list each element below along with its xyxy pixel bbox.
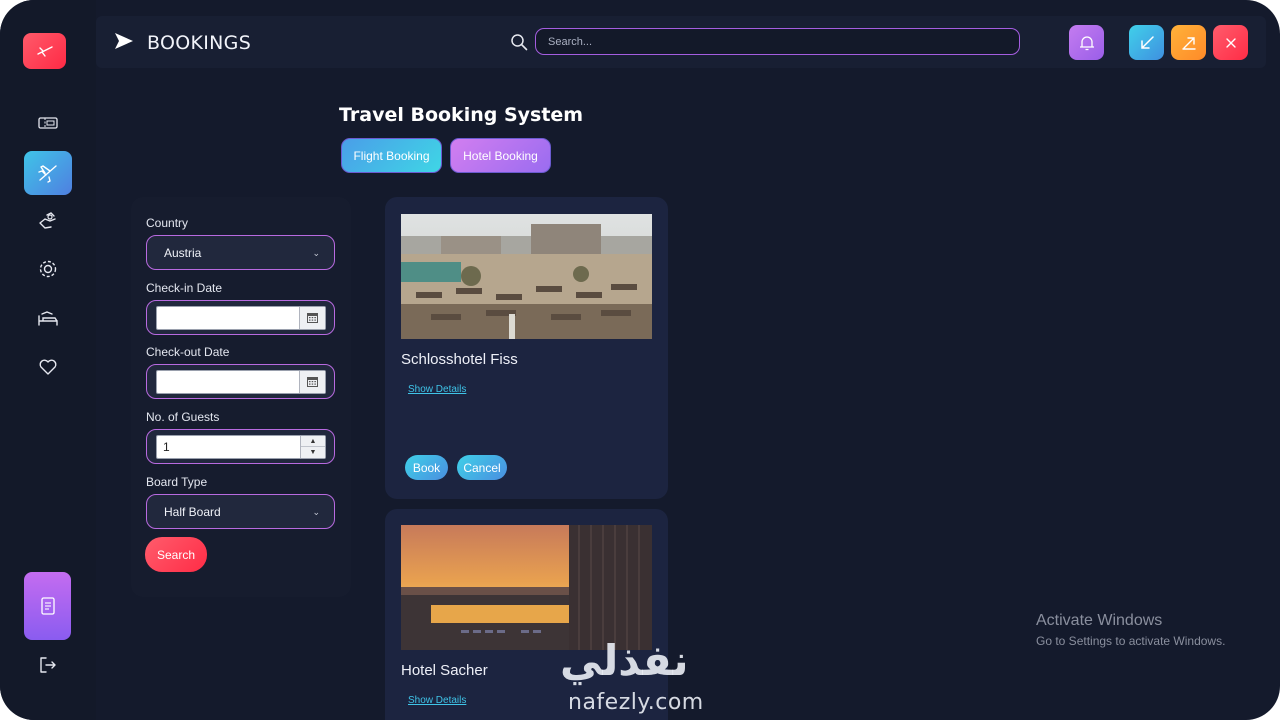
sidebar: [0, 0, 96, 720]
hotel-image: [401, 214, 652, 339]
airplane-logo-icon: [36, 46, 53, 57]
chevron-down-icon: ⌄: [312, 248, 320, 258]
checkin-date-input[interactable]: [156, 306, 326, 330]
guests-spinner[interactable]: ▲ ▼: [300, 436, 325, 458]
checkin-label: Check-in Date: [146, 281, 223, 295]
maximize-icon: [1181, 36, 1196, 50]
checkin-field-wrapper: [146, 300, 335, 335]
minimize-button[interactable]: [1129, 25, 1164, 60]
hand-icon: [39, 212, 56, 229]
brand-watermark-url: nafezly.com: [568, 690, 704, 715]
sidebar-item-flights[interactable]: [24, 151, 72, 195]
page-title: BOOKINGS: [147, 32, 252, 54]
close-button[interactable]: [1213, 25, 1248, 60]
sidebar-item-documents[interactable]: [24, 572, 71, 640]
tab-hotel-booking[interactable]: Hotel Booking: [450, 138, 551, 173]
document-icon: [40, 597, 55, 615]
hotel-image: [401, 525, 652, 650]
show-details-link[interactable]: Show Details: [408, 384, 466, 395]
sidebar-item-services[interactable]: [24, 199, 72, 243]
show-details-link[interactable]: Show Details: [408, 695, 466, 706]
country-value: Austria: [164, 245, 202, 260]
plane-icon: [38, 165, 57, 183]
hotel-card: Schlosshotel Fiss Show Details Book Canc…: [385, 197, 668, 499]
chevron-down-icon: ⌄: [312, 507, 320, 517]
guests-field-wrapper: 1 ▲ ▼: [146, 429, 335, 464]
guests-stepper[interactable]: 1 ▲ ▼: [156, 435, 326, 459]
bed-icon: [38, 311, 58, 326]
minimize-icon: [1140, 35, 1154, 49]
guests-label: No. of Guests: [146, 410, 220, 424]
main-heading: Travel Booking System: [339, 104, 584, 126]
decrement-icon[interactable]: ▼: [301, 447, 325, 458]
cancel-button[interactable]: Cancel: [457, 455, 507, 480]
logout-icon: [40, 657, 56, 673]
bell-icon: [1079, 35, 1094, 50]
checkout-date-input[interactable]: [156, 370, 326, 394]
book-button[interactable]: Book: [405, 455, 448, 480]
guests-value: 1: [163, 440, 170, 454]
sidebar-item-logout[interactable]: [24, 643, 72, 687]
sidebar-item-tickets[interactable]: [24, 101, 72, 145]
increment-icon[interactable]: ▲: [301, 436, 325, 447]
hotel-name: Schlosshotel Fiss: [401, 351, 518, 368]
hotel-card: Hotel Sacher Show Details: [385, 509, 668, 720]
checkout-field-wrapper: [146, 364, 335, 399]
app-logo[interactable]: [23, 33, 66, 69]
board-label: Board Type: [146, 475, 208, 489]
activate-windows-subtitle: Go to Settings to activate Windows.: [1036, 634, 1226, 648]
tab-flight-booking[interactable]: Flight Booking: [341, 138, 442, 173]
checkout-label: Check-out Date: [146, 345, 230, 359]
activate-windows-title: Activate Windows: [1036, 612, 1163, 629]
heart-icon: [39, 359, 57, 375]
sidebar-item-hotels[interactable]: [24, 297, 72, 341]
sidebar-item-settings[interactable]: [24, 247, 72, 291]
calendar-icon[interactable]: [299, 307, 325, 329]
search-button[interactable]: Search: [145, 537, 207, 572]
hotel-name: Hotel Sacher: [401, 662, 488, 679]
notifications-button[interactable]: [1069, 25, 1104, 60]
app-window: BOOKINGS Travel Booking System Flight Bo…: [0, 0, 1280, 720]
country-select[interactable]: Austria ⌄: [146, 235, 335, 270]
gear-icon: [39, 260, 57, 278]
country-label: Country: [146, 216, 189, 230]
send-arrow-icon: [115, 33, 133, 49]
calendar-icon[interactable]: [299, 371, 325, 393]
search-input[interactable]: [535, 28, 1020, 55]
brand-watermark-arabic: نفذلي: [560, 636, 689, 685]
sidebar-item-favorites[interactable]: [24, 345, 72, 389]
ticket-icon: [38, 117, 58, 129]
search-icon[interactable]: [510, 33, 528, 51]
board-select[interactable]: Half Board ⌄: [146, 494, 335, 529]
maximize-button[interactable]: [1171, 25, 1206, 60]
board-value: Half Board: [164, 504, 221, 519]
close-icon: [1225, 37, 1236, 48]
